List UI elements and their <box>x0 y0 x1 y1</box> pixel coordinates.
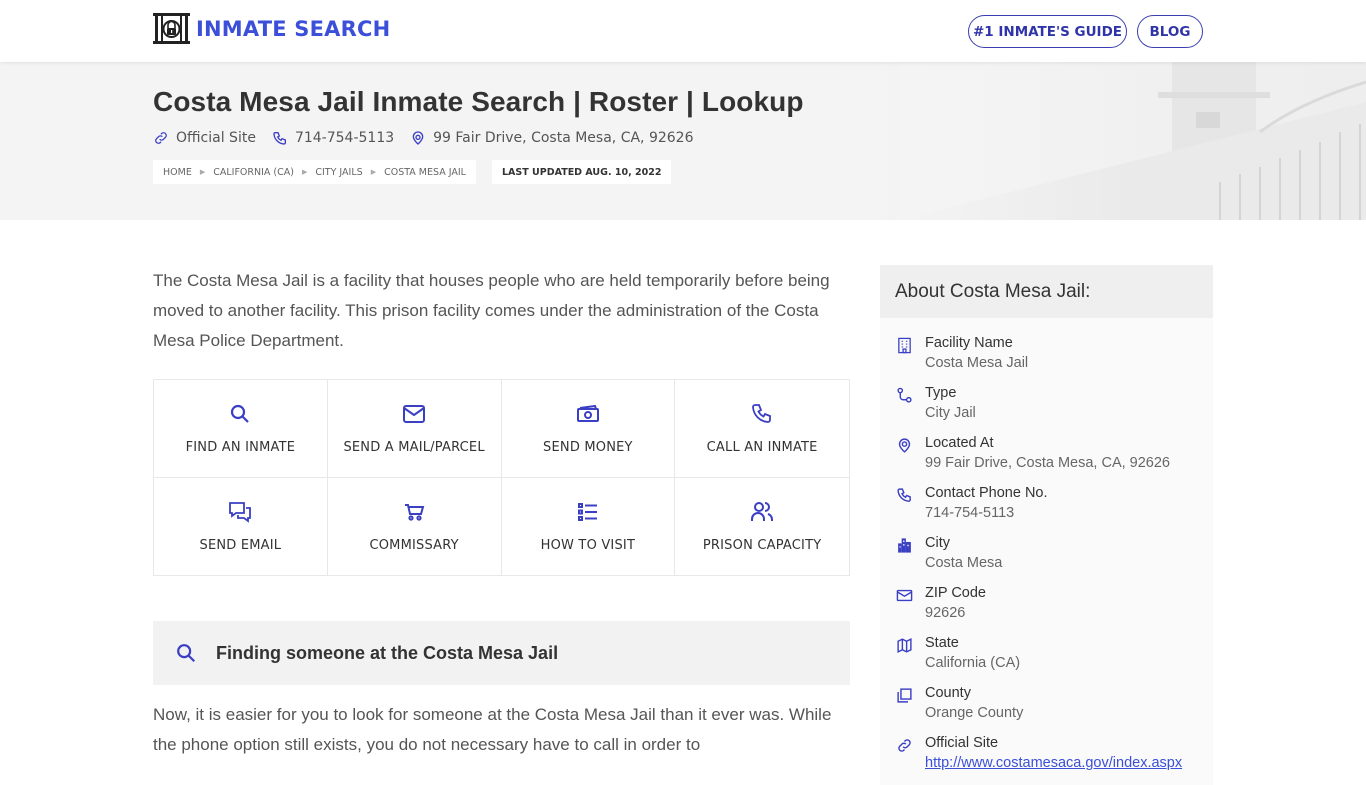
about-value: City Jail <box>925 405 976 421</box>
phone-link[interactable]: 714-754-5113 <box>272 130 394 146</box>
page-title: Costa Mesa Jail Inmate Search | Roster |… <box>153 86 804 117</box>
route-icon <box>897 387 912 403</box>
tile-label: SEND EMAIL <box>199 537 282 553</box>
breadcrumb-california[interactable]: CALIFORNIA (CA) <box>213 167 294 178</box>
about-row-official-site: Official Site http://www.costamesaca.gov/… <box>880 733 1213 783</box>
inmates-guide-button[interactable]: #1 INMATE'S GUIDE <box>968 15 1127 48</box>
tile-commissary[interactable]: COMMISSARY <box>328 477 502 575</box>
users-icon <box>751 501 774 521</box>
tile-call-inmate[interactable]: CALL AN INMATE <box>675 380 849 478</box>
tile-label: SEND A MAIL/PARCEL <box>343 439 485 455</box>
money-icon <box>576 404 599 422</box>
tile-label: CALL AN INMATE <box>706 439 818 455</box>
hero-banner: Costa Mesa Jail Inmate Search | Roster |… <box>0 62 1366 220</box>
about-label: ZIP Code <box>925 585 986 601</box>
tile-send-email[interactable]: SEND EMAIL <box>154 477 328 575</box>
about-label: Official Site <box>925 735 999 751</box>
last-updated-badge: LAST UPDATED AUG. 10, 2022 <box>492 160 672 184</box>
top-navbar: INMATE SEARCH #1 INMATE'S GUIDE BLOG <box>0 0 1366 62</box>
breadcrumb-home[interactable]: HOME <box>163 167 192 178</box>
about-label: Located At <box>925 435 994 451</box>
about-row-county: County Orange County <box>880 683 1213 733</box>
breadcrumb: HOME ▶ CALIFORNIA (CA) ▶ CITY JAILS ▶ CO… <box>153 160 476 184</box>
about-value: Costa Mesa Jail <box>925 355 1029 371</box>
about-label: Type <box>925 385 957 401</box>
search-icon <box>177 644 196 663</box>
copy-icon <box>897 688 912 703</box>
about-row-city: City Costa Mesa <box>880 533 1213 583</box>
prison-tower-illustration <box>900 62 1366 220</box>
facility-meta: Official Site 714-754-5113 99 Fair Drive… <box>153 130 709 146</box>
about-row-state: State California (CA) <box>880 633 1213 683</box>
tile-prison-capacity[interactable]: PRISON CAPACITY <box>675 478 849 576</box>
tile-send-money[interactable]: SEND MONEY <box>501 380 676 478</box>
about-row-zip: ZIP Code 92626 <box>880 583 1213 633</box>
about-value: Costa Mesa <box>925 555 1003 571</box>
tile-label: PRISON CAPACITY <box>702 537 822 553</box>
about-row-facility-name: Facility Name Costa Mesa Jail <box>880 333 1213 383</box>
breadcrumb-separator-icon: ▶ <box>301 168 308 176</box>
list-icon <box>577 502 597 521</box>
tile-label: FIND AN INMATE <box>185 439 296 455</box>
tile-find-inmate[interactable]: FIND AN INMATE <box>154 380 328 478</box>
phone-number: 714-754-5113 <box>294 130 395 146</box>
about-value: Orange County <box>925 705 1024 721</box>
action-tiles: FIND AN INMATE SEND A MAIL/PARCEL SEND M… <box>153 379 850 576</box>
address-text: 99 Fair Drive, Costa Mesa, CA, 92626 <box>433 130 694 146</box>
building-icon <box>898 337 911 354</box>
mail-icon <box>896 589 913 602</box>
phone-icon <box>752 403 772 423</box>
link-icon <box>898 739 911 752</box>
city-icon <box>898 538 911 553</box>
phone-icon <box>273 132 286 145</box>
location-pin-icon <box>898 438 911 453</box>
about-value: 714-754-5113 <box>925 505 1015 521</box>
breadcrumb-separator-icon: ▶ <box>370 168 377 176</box>
jail-lock-icon <box>153 13 190 44</box>
cart-icon <box>405 503 425 521</box>
about-label: City <box>925 535 950 551</box>
section-header-finding: Finding someone at the Costa Mesa Jail <box>153 621 850 685</box>
site-logo[interactable]: INMATE SEARCH <box>153 13 390 44</box>
tile-label: SEND MONEY <box>543 439 633 455</box>
breadcrumb-costa-mesa-jail[interactable]: COSTA MESA JAIL <box>384 167 466 178</box>
official-site-label: Official Site <box>176 130 256 146</box>
about-title: About Costa Mesa Jail: <box>880 265 1213 318</box>
tile-how-to-visit[interactable]: HOW TO VISIT <box>502 477 676 575</box>
official-site-link[interactable]: Official Site <box>153 130 256 146</box>
section-paragraph: Now, it is easier for you to look for so… <box>153 705 832 754</box>
about-row-located-at: Located At 99 Fair Drive, Costa Mesa, CA,… <box>880 433 1213 483</box>
address: 99 Fair Drive, Costa Mesa, CA, 92626 <box>410 130 693 146</box>
intro-paragraph: The Costa Mesa Jail is a facility that h… <box>153 271 830 350</box>
phone-icon <box>897 488 911 502</box>
map-icon <box>897 637 912 654</box>
about-value: 92626 <box>925 605 966 621</box>
mail-icon <box>403 404 426 423</box>
breadcrumb-city-jails[interactable]: CITY JAILS <box>315 167 362 178</box>
breadcrumb-separator-icon: ▶ <box>199 168 206 176</box>
about-label: State <box>925 635 959 651</box>
tile-label: COMMISSARY <box>369 537 459 553</box>
search-icon <box>231 404 250 423</box>
about-value: California (CA) <box>925 655 1021 671</box>
location-pin-icon <box>412 131 424 145</box>
about-value: 99 Fair Drive, Costa Mesa, CA, 92626 <box>925 455 1170 471</box>
about-label: Contact Phone No. <box>925 485 1048 501</box>
about-list: Facility Name Costa Mesa Jail Type City Ja… <box>880 318 1213 783</box>
chat-icon <box>229 501 252 523</box>
official-site-url-link[interactable]: http://www.costamesaca.gov/index.aspx <box>925 755 1182 771</box>
about-row-phone: Contact Phone No. 714-754-5113 <box>880 483 1213 533</box>
tile-label: HOW TO VISIT <box>540 537 636 553</box>
about-panel: About Costa Mesa Jail: Facility Name Cost… <box>880 265 1213 785</box>
blog-button[interactable]: BLOG <box>1137 15 1203 48</box>
logo-text: INMATE SEARCH <box>196 16 391 41</box>
tile-send-mail[interactable]: SEND A MAIL/PARCEL <box>327 380 502 478</box>
about-label: Facility Name <box>925 335 1013 351</box>
about-row-type: Type City Jail <box>880 383 1213 433</box>
about-label: County <box>925 685 971 701</box>
link-icon <box>155 132 167 144</box>
section-title: Finding someone at the Costa Mesa Jail <box>216 642 559 663</box>
